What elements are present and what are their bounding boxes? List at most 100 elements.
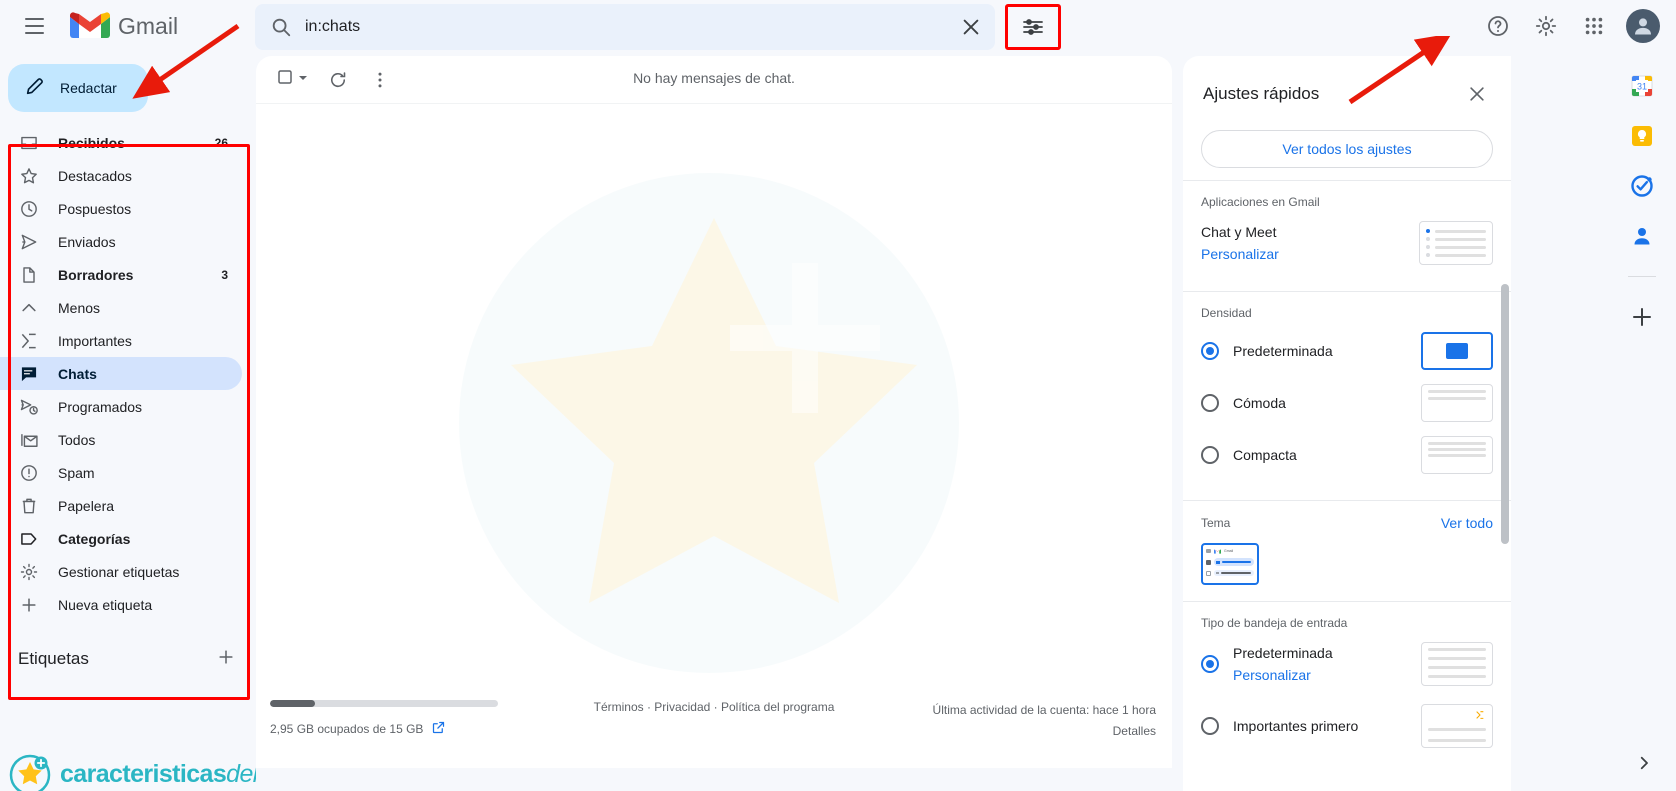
google-tasks-icon[interactable] bbox=[1630, 174, 1654, 198]
sidebar-item-count: 26 bbox=[214, 135, 228, 150]
sidebar-item-enviados[interactable]: Enviados bbox=[0, 225, 242, 258]
search-input[interactable] bbox=[305, 18, 951, 36]
sidebar-item-count: 3 bbox=[221, 267, 228, 282]
section-theme: Tema Ver todo Gmail bbox=[1183, 500, 1511, 601]
inbox-default-customize-link[interactable]: Personalizar bbox=[1233, 667, 1333, 683]
star-badge-icon bbox=[9, 754, 51, 791]
density-option-comfortable[interactable]: Cómoda bbox=[1201, 384, 1493, 422]
chat-meet-preview-thumbnail[interactable] bbox=[1419, 221, 1493, 265]
sidebar-item-spam[interactable]: Spam bbox=[0, 456, 242, 489]
radio-density-default[interactable] bbox=[1201, 342, 1219, 360]
sidebar-nav-list: Recibidos 26 Destacados Pospuestos Enviados B… bbox=[0, 126, 256, 621]
sidebar-item-nueva-etiqueta[interactable]: Nueva etiqueta bbox=[0, 588, 242, 621]
search-icon bbox=[269, 15, 293, 39]
plus-icon bbox=[18, 595, 40, 615]
section-title: Densidad bbox=[1201, 306, 1252, 320]
details-link[interactable]: Detalles bbox=[933, 721, 1156, 742]
sidebar-item-todos[interactable]: Todos bbox=[0, 423, 242, 456]
plus-icon[interactable] bbox=[216, 647, 236, 672]
sidebar-item-categor-as[interactable]: Categorías bbox=[0, 522, 242, 555]
view-all-settings-button[interactable]: Ver todos los ajustes bbox=[1201, 130, 1493, 168]
radio-density-comfortable[interactable] bbox=[1201, 394, 1219, 412]
apps-grid-icon[interactable] bbox=[1572, 4, 1616, 48]
settings-gear-icon bbox=[18, 562, 40, 582]
radio-inbox-important-first[interactable] bbox=[1201, 717, 1219, 735]
inbox-type-option-important-first[interactable]: Importantes primero bbox=[1201, 704, 1493, 748]
close-icon[interactable] bbox=[1455, 72, 1499, 116]
label-icon bbox=[18, 529, 40, 549]
chevron-right-icon[interactable] bbox=[1630, 749, 1658, 777]
sidebar-item-label: Programados bbox=[58, 398, 143, 415]
sidebar-item-label: Enviados bbox=[58, 233, 116, 250]
google-contacts-icon[interactable] bbox=[1630, 224, 1654, 248]
watermark-logo: caracteristicasdel.com bbox=[8, 752, 256, 791]
sidebar-item-label: Importantes bbox=[58, 332, 132, 349]
quick-settings-title: Ajustes rápidos bbox=[1203, 84, 1320, 103]
density-option-compact[interactable]: Compacta bbox=[1201, 436, 1493, 474]
chat-meet-label: Chat y Meet bbox=[1201, 224, 1277, 240]
theme-view-all-link[interactable]: Ver todo bbox=[1441, 515, 1493, 531]
sidebar: Redactar Recibidos 26 Destacados Pospuestos… bbox=[0, 52, 256, 791]
sidebar-item-borradores[interactable]: Borradores 3 bbox=[0, 258, 242, 291]
radio-density-compact[interactable] bbox=[1201, 446, 1219, 464]
density-comfortable-thumbnail[interactable] bbox=[1421, 384, 1493, 422]
help-circle-icon[interactable] bbox=[1476, 4, 1520, 48]
sidebar-item-importantes[interactable]: Importantes bbox=[0, 324, 242, 357]
avatar[interactable] bbox=[1626, 9, 1660, 43]
spam-icon bbox=[18, 463, 40, 483]
sidebar-item-label: Chats bbox=[58, 365, 97, 382]
sidebar-item-label: Destacados bbox=[58, 167, 132, 184]
hamburger-icon[interactable] bbox=[10, 2, 58, 50]
inbox-default-thumbnail[interactable] bbox=[1421, 642, 1493, 686]
inbox-type-option-default[interactable]: Predeterminada Personalizar bbox=[1201, 642, 1493, 686]
storage-text-row: 2,95 GB ocupados de 15 GB bbox=[270, 720, 446, 738]
sidebar-item-papelera[interactable]: Papelera bbox=[0, 489, 242, 522]
inbox-important-first-thumbnail[interactable] bbox=[1421, 704, 1493, 748]
last-activity-text: Última actividad de la cuenta: hace 1 ho… bbox=[932, 703, 1156, 717]
radio-inbox-default[interactable] bbox=[1201, 655, 1219, 673]
chevron-up-icon bbox=[18, 298, 40, 318]
rail-divider bbox=[1628, 276, 1656, 277]
chat-meet-customize-link[interactable]: Personalizar bbox=[1201, 246, 1279, 262]
sidebar-item-chats[interactable]: Chats bbox=[0, 357, 242, 390]
sidebar-item-menos[interactable]: Menos bbox=[0, 291, 242, 324]
scrollbar-thumb[interactable] bbox=[1501, 284, 1509, 544]
search-bar[interactable] bbox=[255, 4, 995, 50]
star-icon bbox=[18, 166, 40, 186]
theme-preview-default[interactable]: Gmail bbox=[1201, 543, 1259, 585]
sidebar-item-programados[interactable]: Programados bbox=[0, 390, 242, 423]
close-icon[interactable] bbox=[951, 7, 991, 47]
google-keep-icon[interactable] bbox=[1630, 124, 1654, 148]
section-title: Tema bbox=[1201, 516, 1231, 530]
labels-title: Etiquetas bbox=[18, 649, 89, 668]
sidebar-item-label: Papelera bbox=[58, 497, 115, 514]
density-default-thumbnail[interactable] bbox=[1421, 332, 1493, 370]
top-right-actions bbox=[1476, 0, 1668, 52]
sidebar-item-label: Borradores bbox=[58, 266, 134, 283]
compose-button[interactable]: Redactar bbox=[8, 64, 148, 112]
gear-icon[interactable] bbox=[1524, 4, 1568, 48]
important-icon bbox=[18, 331, 40, 351]
section-inbox-type: Tipo de bandeja de entrada Predeterminad… bbox=[1183, 601, 1511, 774]
sidebar-item-label: Pospuestos bbox=[58, 200, 132, 217]
inbox-important-first-label: Importantes primero bbox=[1233, 718, 1359, 734]
sidebar-item-destacados[interactable]: Destacados bbox=[0, 159, 242, 192]
trash-icon bbox=[18, 496, 40, 516]
watermark-star-graphic bbox=[454, 163, 974, 688]
svg-text:31: 31 bbox=[1637, 82, 1647, 92]
google-calendar-icon[interactable]: 31 bbox=[1630, 74, 1654, 98]
density-option-default[interactable]: Predeterminada bbox=[1201, 332, 1493, 370]
density-compact-thumbnail[interactable] bbox=[1421, 436, 1493, 474]
sidebar-item-pospuestos[interactable]: Pospuestos bbox=[0, 192, 242, 225]
open-in-new-icon[interactable] bbox=[431, 720, 446, 738]
sidebar-item-gestionar-etiquetas[interactable]: Gestionar etiquetas bbox=[0, 555, 242, 588]
search-options-icon[interactable] bbox=[1005, 4, 1061, 50]
gmail-logo[interactable]: Gmail bbox=[70, 11, 178, 41]
chat-icon bbox=[18, 364, 40, 384]
sidebar-item-recibidos[interactable]: Recibidos 26 bbox=[0, 126, 242, 159]
brand-text: caracteristicasdel.com bbox=[60, 760, 256, 789]
inbox-icon bbox=[18, 133, 40, 153]
plus-icon[interactable] bbox=[1630, 305, 1654, 329]
gmail-wordmark: Gmail bbox=[118, 12, 179, 39]
main-panel: No hay mensajes de chat. 2,95 GB ocupado… bbox=[256, 56, 1172, 768]
